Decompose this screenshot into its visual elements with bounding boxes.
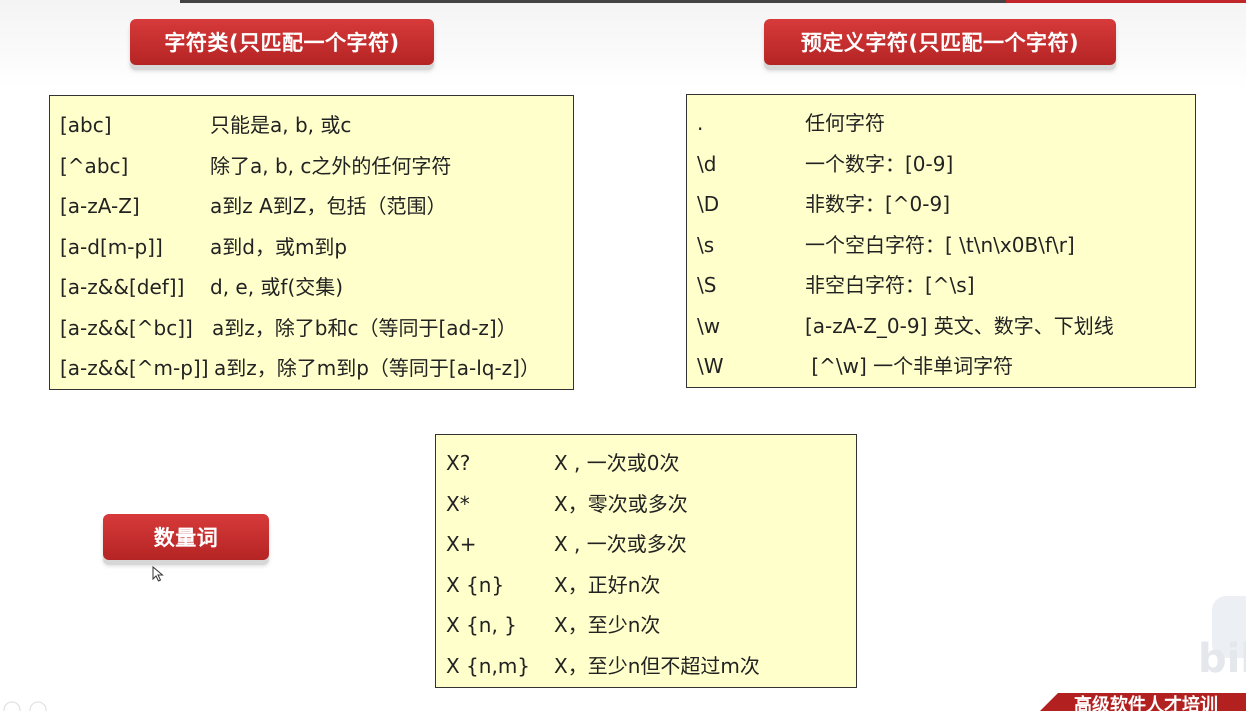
row-value: [a-zA-Z_0-9] 英文、数字、下划线 [805, 313, 1114, 338]
row-key: [a-z&&[^m-p]] [60, 356, 209, 380]
table-row: \w [a-zA-Z_0-9] 英文、数字、下划线 [687, 306, 1195, 346]
table-row: [a-z&&[^bc]] a到z，除了b和c（等同于[ad-z]） [50, 308, 573, 348]
table-row: X? X , 一次或0次 [436, 443, 856, 483]
row-key: [a-z&&[^bc]] [60, 315, 193, 340]
row-key: [abc] [60, 113, 112, 137]
row-value: 一个数字：[0-9] [805, 151, 954, 176]
quantifier-table: X? X , 一次或0次 X* X，零次或多次 X+ X , 一次或多次 X {n} X… [435, 434, 857, 688]
row-key: X? [446, 451, 471, 475]
table-row: [a-zA-Z] a到z A到Z，包括（范围） [50, 186, 573, 226]
row-key: . [697, 111, 704, 135]
row-value: [^\w] 一个非单词字符 [805, 354, 1014, 378]
table-row: \S 非空白字符：[^\s] [687, 265, 1195, 305]
mouse-pointer-icon [152, 566, 164, 582]
table-row: X+ X , 一次或多次 [436, 524, 856, 564]
table-row: [abc] 只能是a, b, 或c [50, 105, 573, 145]
row-key: X* [446, 491, 470, 516]
row-key: \S [697, 273, 717, 297]
row-key: \s [697, 232, 715, 257]
table-row: \W [^\w] 一个非单词字符 [687, 346, 1195, 386]
page-indicator-icon [3, 701, 47, 711]
row-key: [a-d[m-p]] [60, 234, 163, 259]
row-value: X，正好n次 [554, 572, 661, 597]
table-row: X {n,m} X，至少n但不超过m次 [436, 646, 856, 686]
table-row: \s 一个空白字符：[ \t\n\x0B\f\r] [687, 225, 1195, 265]
row-value: 非数字：[^0-9] [805, 192, 951, 216]
row-value: a到d，或m到p [210, 234, 348, 259]
footer-banner-text: 高级软件人才培训 [1074, 695, 1218, 711]
row-value: 任何字符 [805, 111, 885, 135]
row-key: [a-zA-Z] [60, 194, 140, 218]
table-row: [a-d[m-p]] a到d，或m到p [50, 227, 573, 267]
row-value: 非空白字符：[^\s] [805, 273, 975, 297]
row-value: 除了a, b, c之外的任何字符 [210, 153, 452, 178]
row-key: X {n} [446, 572, 505, 597]
row-value: X , 一次或0次 [554, 451, 680, 475]
table-row: X {n} X，正好n次 [436, 565, 856, 605]
row-value: X，至少n次 [554, 613, 661, 637]
table-row: [^abc] 除了a, b, c之外的任何字符 [50, 146, 573, 186]
predefined-char-badge: 预定义字符(只匹配一个字符) [764, 19, 1116, 65]
row-key: X {n, } [446, 613, 517, 637]
table-row: X* X，零次或多次 [436, 484, 856, 524]
row-value: a到z，除了m到p（等同于[a-lq-z]） [214, 356, 540, 380]
row-key: \w [697, 313, 721, 338]
row-value: d, e, 或f(交集) [210, 275, 344, 299]
char-class-table: [abc] 只能是a, b, 或c [^abc] 除了a, b, c之外的任何字符 … [49, 95, 574, 390]
row-value: X，至少n但不超过m次 [554, 653, 760, 678]
row-value: X , 一次或多次 [554, 532, 687, 556]
row-key: \d [697, 151, 717, 176]
table-row: X {n, } X，至少n次 [436, 605, 856, 645]
watermark-logo: bili [1198, 636, 1246, 682]
row-key: [a-z&&[def]] [60, 275, 185, 299]
top-progress-accent [1006, 0, 1246, 3]
table-row: [a-z&&[^m-p]] a到z，除了m到p（等同于[a-lq-z]） [50, 348, 573, 388]
table-row: \d 一个数字：[0-9] [687, 144, 1195, 184]
row-key: [^abc] [60, 153, 129, 178]
row-value: a到z，除了b和c（等同于[ad-z]） [212, 315, 517, 340]
table-row: . 任何字符 [687, 103, 1195, 143]
row-value: 一个空白字符：[ \t\n\x0B\f\r] [805, 232, 1075, 257]
row-key: X+ [446, 532, 477, 556]
row-value: X，零次或多次 [554, 491, 688, 516]
quantifier-badge[interactable]: 数量词 [103, 514, 269, 560]
row-key: X {n,m} [446, 653, 531, 678]
row-value: 只能是a, b, 或c [210, 113, 352, 137]
table-row: [a-z&&[def]] d, e, 或f(交集) [50, 267, 573, 307]
top-divider-line [180, 0, 1006, 3]
table-row: \D 非数字：[^0-9] [687, 184, 1195, 224]
row-value: a到z A到Z，包括（范围） [210, 194, 447, 218]
char-class-badge: 字符类(只匹配一个字符) [130, 19, 434, 65]
predefined-char-table: . 任何字符 \d 一个数字：[0-9] \D 非数字：[^0-9] \s 一个空白字符… [686, 94, 1196, 388]
row-key: \W [697, 354, 724, 378]
footer-banner: 高级软件人才培训 [1040, 693, 1246, 711]
row-key: \D [697, 192, 720, 216]
